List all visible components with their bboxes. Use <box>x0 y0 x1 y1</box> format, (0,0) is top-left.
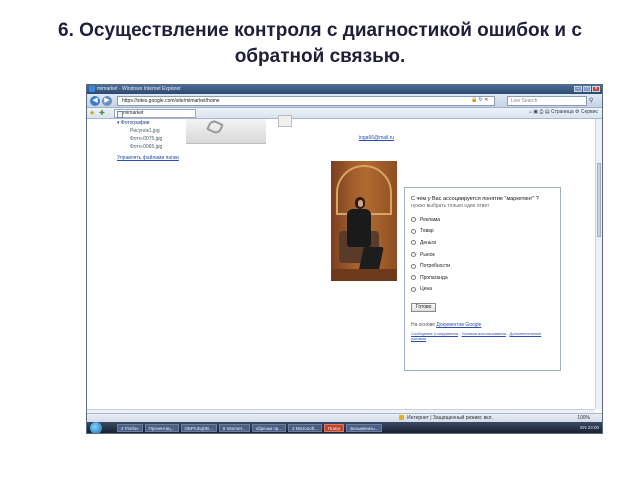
radio-button[interactable] <box>411 228 416 234</box>
slide-title: 6. Осуществление контроля с диагностикой… <box>58 20 582 67</box>
taskbar-item[interactable]: Безымянны... <box>346 424 383 432</box>
portrait-photo <box>331 161 397 281</box>
slide: 6. Осуществление контроля с диагностикой… <box>0 0 640 480</box>
browser-window: mimarket - Windows Internet Explorer – □… <box>86 84 603 434</box>
radio-option[interactable]: Потребности <box>411 260 554 272</box>
status-bar: Интернет | Защищенный режим: вкл. 100% <box>87 413 602 422</box>
radio-option[interactable]: Цена <box>411 284 554 296</box>
back-arrow-icon[interactable]: ◀ <box>90 96 100 106</box>
radio-button[interactable] <box>411 217 416 223</box>
google-docs-link[interactable]: Документов Google <box>436 322 481 328</box>
system-tray: EN 23:00 <box>580 424 599 432</box>
window-title: mimarket - Windows Internet Explorer <box>97 86 181 92</box>
radio-option[interactable]: Пропаганда <box>411 272 554 284</box>
form-hint: нужно выбрать только один ответ <box>411 203 490 209</box>
forward-arrow-icon[interactable]: ▶ <box>102 96 112 106</box>
clock: 23:00 <box>587 425 599 430</box>
radio-button[interactable] <box>411 252 416 258</box>
tab-toolbar: ★ ✚ mimarket ⌂ ▣ ⎙ ▤ Страница ⚙ Сервис <box>87 108 602 119</box>
survey-form: С чем у Вас ассоциируется понятие "марке… <box>404 187 561 371</box>
taskbar-item[interactable]: 2 Firefox <box>117 424 143 432</box>
radio-option[interactable]: Рынок <box>411 249 554 261</box>
tools-menu[interactable]: Сервис <box>581 109 598 115</box>
taskbar-item[interactable]: ОБРАЗЦОВ... <box>180 424 217 432</box>
home-icon[interactable]: ⌂ <box>529 109 532 115</box>
taskbar: 2 Firefox Презентац... ОБРАЗЦОВ... 6 Intern… <box>87 422 602 433</box>
command-bar: ⌂ ▣ ⎙ ▤ Страница ⚙ Сервис <box>529 109 598 115</box>
radio-option[interactable]: Реклама <box>411 214 554 226</box>
favorites-star-icon[interactable]: ★ <box>89 109 95 117</box>
maximize-button[interactable]: □ <box>583 86 591 92</box>
file-tree: ▾ Фотографии Рисунок1.jpg Фото-0075.jpg … <box>117 119 179 162</box>
minimize-button[interactable]: – <box>574 86 582 92</box>
taskbar-item[interactable]: обрезки пр... <box>251 424 287 432</box>
submit-button[interactable]: Готово <box>411 303 437 313</box>
email-link[interactable]: inga66@mail.ru <box>359 135 394 141</box>
footer-links: Сообщение о нарушении - Условия использо… <box>411 331 542 342</box>
address-input[interactable]: https://sites.google.com/site/mimarket/h… <box>117 96 495 106</box>
radio-option[interactable]: Товар <box>411 226 554 238</box>
start-button[interactable] <box>90 422 102 433</box>
taskbar-item[interactable]: Поиск <box>323 424 345 432</box>
search-icon[interactable]: ⚲ <box>589 97 593 104</box>
vertical-scrollbar[interactable] <box>595 119 602 409</box>
globe-icon <box>399 415 404 420</box>
close-button[interactable]: × <box>592 86 600 92</box>
add-favorites-icon[interactable]: ✚ <box>99 109 105 117</box>
decorative-shape <box>206 118 224 136</box>
language-indicator[interactable]: EN <box>580 425 586 430</box>
tree-folder[interactable]: ▾ Фотографии <box>117 119 179 127</box>
refresh-icon[interactable]: ↻ <box>479 97 483 103</box>
zoom-level[interactable]: 100% <box>577 415 590 421</box>
header-image <box>186 115 292 144</box>
stop-icon[interactable]: ✕ <box>484 97 488 103</box>
tree-file[interactable]: Фото-0075.jpg <box>117 135 179 143</box>
form-question: С чем у Вас ассоциируется понятие "марке… <box>411 196 539 202</box>
page-content: ▾ Фотографии Рисунок1.jpg Фото-0075.jpg … <box>87 115 595 409</box>
powered-by: На основе Документов Google <box>411 322 482 329</box>
window-titlebar[interactable]: mimarket - Windows Internet Explorer – □… <box>87 85 602 94</box>
ie-icon <box>89 86 95 92</box>
radio-button[interactable] <box>411 286 416 292</box>
feeds-icon[interactable]: ▣ <box>533 109 538 115</box>
address-actions: 🔒 ↻ ✕ <box>471 97 488 103</box>
print-icon[interactable]: ⎙ <box>539 109 543 115</box>
address-toolbar: ◀ ▶ https://sites.google.com/site/mimark… <box>87 94 602 108</box>
search-input[interactable]: Live Search <box>507 96 587 106</box>
window-controls: – □ × <box>574 86 600 92</box>
taskbar-items: 2 Firefox Презентац... ОБРАЗЦОВ... 6 Intern… <box>117 424 383 432</box>
lock-icon: 🔒 <box>471 97 478 103</box>
tree-file[interactable]: Фото-0065.jpg <box>117 143 179 151</box>
status-zone: Интернет | Защищенный режим: вкл. <box>407 415 493 421</box>
scrollbar-thumb[interactable] <box>597 163 601 237</box>
radio-button[interactable] <box>411 275 416 281</box>
manage-files-link[interactable]: Управлять файлами папки <box>117 154 179 162</box>
page-menu-icon: ▤ <box>544 109 550 115</box>
taskbar-item[interactable]: Презентац... <box>144 424 179 432</box>
radio-button[interactable] <box>411 263 416 269</box>
terms-link[interactable]: Условия использования <box>462 331 506 336</box>
taskbar-item[interactable]: 2 Microsoft... <box>288 424 322 432</box>
tools-gear-icon: ⚙ <box>575 109 580 115</box>
decorative-box <box>278 115 292 127</box>
tree-file[interactable]: Рисунок1.jpg <box>117 127 179 135</box>
taskbar-item[interactable]: 6 Internet... <box>218 424 250 432</box>
folder-label: Фотографии <box>120 120 150 126</box>
radio-button[interactable] <box>411 240 416 246</box>
tab-mimarket[interactable]: mimarket <box>114 109 196 118</box>
radio-option[interactable]: Деньги <box>411 237 554 249</box>
page-menu[interactable]: Страница <box>551 109 574 115</box>
